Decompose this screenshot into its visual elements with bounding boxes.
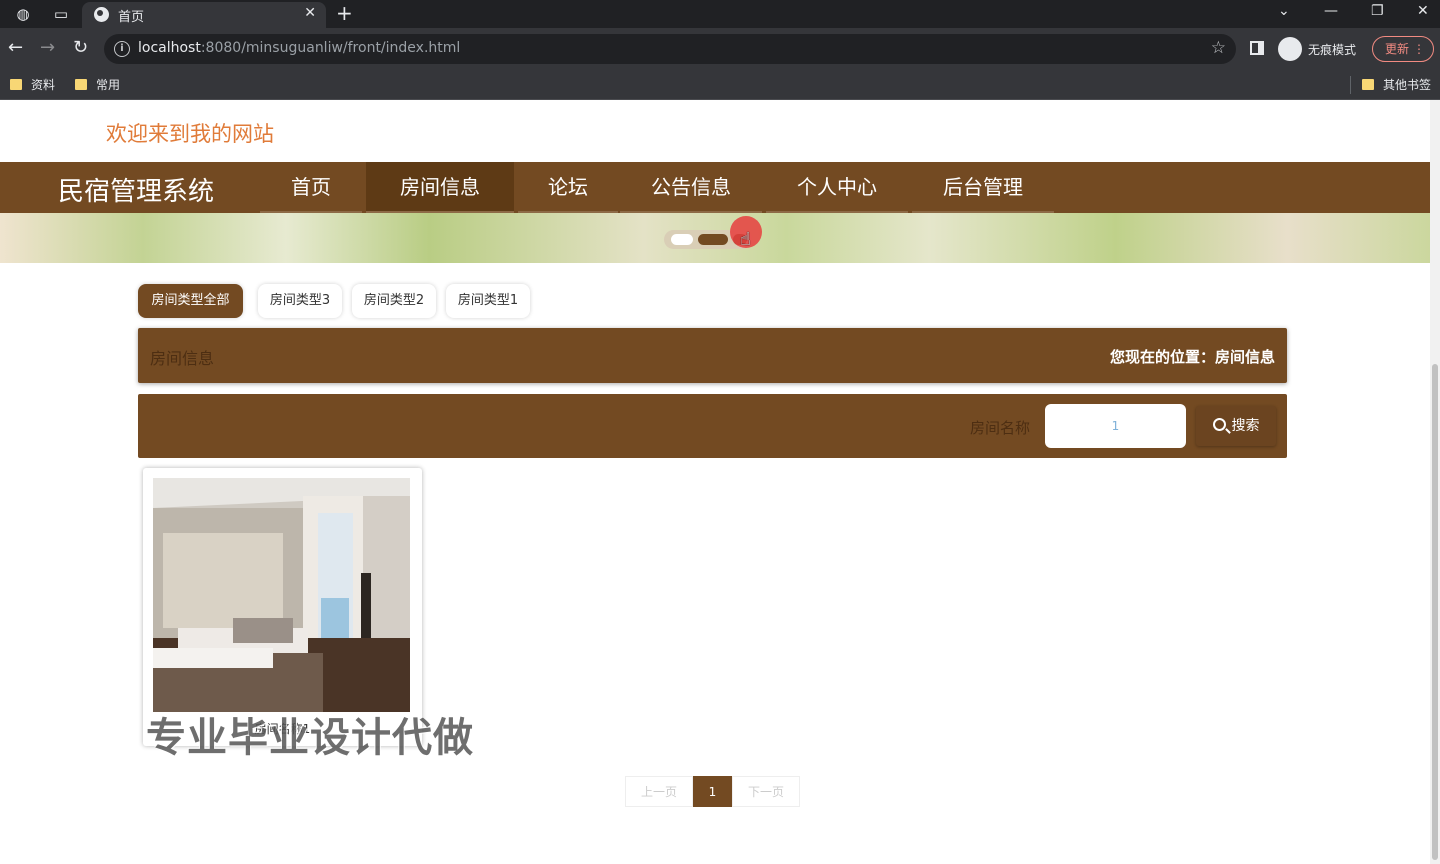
- search-label: 房间名称: [970, 419, 1031, 437]
- nav-room-info[interactable]: 房间信息: [366, 162, 514, 213]
- nav-home[interactable]: 首页: [260, 162, 362, 213]
- nav-personal-center[interactable]: 个人中心: [766, 162, 908, 213]
- breadcrumb: 您现在的位置：房间信息: [1109, 348, 1275, 366]
- room-photo: [153, 478, 410, 712]
- page-scrollbar[interactable]: [1430, 100, 1440, 864]
- watermark-text: 专业毕业设计代做: [146, 715, 474, 761]
- window-close-icon[interactable]: ✕: [1417, 3, 1429, 19]
- main-navbar: 民宿管理系统 首页 房间信息 论坛 公告信息 个人中心 后台管理: [0, 162, 1430, 213]
- tab-search-icon[interactable]: ▭: [52, 5, 70, 23]
- filter-type-2[interactable]: 房间类型2: [352, 284, 436, 318]
- prev-page-button[interactable]: 上一页: [625, 776, 693, 807]
- room-name-input[interactable]: [1045, 404, 1186, 448]
- bookmark-folder-changyong[interactable]: 常用: [75, 76, 120, 93]
- scrollbar-thumb[interactable]: [1432, 364, 1438, 860]
- section-title-bar: 房间信息 您现在的位置：房间信息: [138, 328, 1287, 383]
- url-text[interactable]: localhost:8080/minsuguanliw/front/index.…: [138, 40, 460, 56]
- nav-admin[interactable]: 后台管理: [912, 162, 1054, 213]
- page-viewport: 欢迎来到我的网站 民宿管理系统 首页 房间信息 论坛 公告信息 个人中心 后台管…: [0, 100, 1430, 864]
- reload-icon[interactable]: ↻: [73, 37, 88, 58]
- incognito-icon[interactable]: [1278, 37, 1302, 61]
- globe-icon[interactable]: ◍: [14, 5, 32, 23]
- page-1-button[interactable]: 1: [693, 776, 732, 807]
- star-icon[interactable]: ☆: [1211, 38, 1226, 58]
- filter-type-1[interactable]: 房间类型1: [446, 284, 530, 318]
- bookmarks-bar: 资料 常用 其他书签: [0, 70, 1440, 100]
- restore-icon[interactable]: ❐: [1371, 3, 1384, 19]
- info-icon[interactable]: i: [114, 41, 130, 57]
- search-button[interactable]: 搜索: [1196, 406, 1276, 446]
- site-brand[interactable]: 民宿管理系统: [58, 171, 214, 208]
- filter-type-3[interactable]: 房间类型3: [258, 284, 342, 318]
- bookmark-folder-ziliao[interactable]: 资料: [10, 76, 55, 93]
- address-bar[interactable]: i localhost:8080/minsuguanliw/front/inde…: [104, 34, 1236, 64]
- welcome-text: 欢迎来到我的网站: [106, 122, 274, 146]
- search-icon: [1212, 418, 1226, 431]
- browser-tab-bar: ◍ ▭ 首页 ✕ + ⌄ — ❐ ✕: [0, 0, 1440, 28]
- more-icon[interactable]: ⋮: [1413, 37, 1425, 61]
- hand-cursor-icon: ☝: [740, 229, 751, 250]
- tab-favicon-icon: [94, 7, 109, 22]
- browser-tab[interactable]: 首页 ✕: [82, 2, 326, 28]
- new-tab-icon[interactable]: +: [336, 1, 353, 25]
- chevron-down-icon[interactable]: ⌄: [1278, 3, 1290, 19]
- bookmark-folder-other[interactable]: 其他书签: [1362, 76, 1431, 93]
- back-arrow-icon[interactable]: ←: [8, 37, 23, 58]
- search-bar: 房间名称 搜索: [138, 394, 1287, 458]
- room-image[interactable]: [153, 478, 410, 712]
- carousel-dot-2[interactable]: [698, 234, 728, 245]
- folder-icon: [75, 79, 87, 90]
- incognito-label: 无痕模式: [1308, 43, 1357, 57]
- update-button[interactable]: 更新 ⋮: [1372, 36, 1434, 62]
- filter-all[interactable]: 房间类型全部: [138, 284, 243, 318]
- side-panel-icon[interactable]: [1250, 41, 1264, 55]
- close-icon[interactable]: ✕: [304, 5, 316, 21]
- folder-icon: [1362, 79, 1374, 90]
- forward-arrow-icon[interactable]: →: [40, 37, 55, 58]
- folder-icon: [10, 79, 22, 90]
- minimize-icon[interactable]: —: [1324, 3, 1338, 19]
- carousel-dot-1[interactable]: [671, 234, 693, 245]
- section-title: 房间信息: [150, 349, 215, 368]
- next-page-button[interactable]: 下一页: [732, 776, 800, 807]
- bookmarks-divider: [1350, 76, 1351, 94]
- nav-forum[interactable]: 论坛: [518, 162, 618, 213]
- nav-announcements[interactable]: 公告信息: [620, 162, 762, 213]
- tab-title: 首页: [118, 10, 145, 25]
- address-toolbar: ← → ↻ i localhost:8080/minsuguanliw/fron…: [0, 28, 1440, 70]
